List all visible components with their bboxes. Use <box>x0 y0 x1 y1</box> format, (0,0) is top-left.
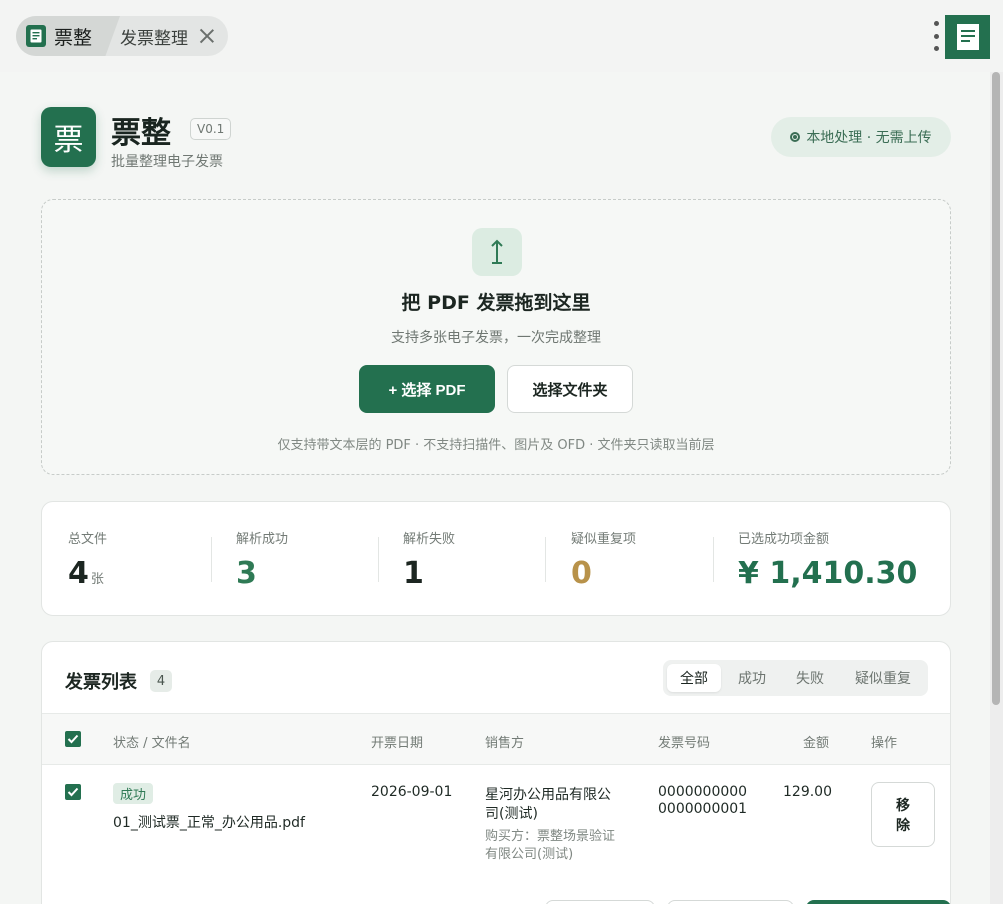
close-icon[interactable] <box>198 27 216 45</box>
tab-piaozheng[interactable]: 票整 <box>16 16 120 56</box>
more-menu-icon[interactable] <box>930 21 942 51</box>
tab-bar: 票整 发票整理 <box>0 0 1003 72</box>
tab-label: 票整 <box>54 26 93 49</box>
dropzone-title: 把 PDF 发票拖到这里 <box>401 292 591 314</box>
row-checkbox[interactable] <box>65 784 81 800</box>
invoice-list-panel: 发票列表 4 全部 成功 失败 疑似重复 状态 / 文件名 开票日期 销售方 发… <box>41 641 951 904</box>
buyer-name-line2: 有限公司(测试) <box>485 847 574 862</box>
stat-label: 总文件 <box>68 532 108 547</box>
filter-segmented-control: 全部 成功 失败 疑似重复 <box>663 660 928 696</box>
seller-name-line2: 司(测试) <box>485 806 538 822</box>
select-folder-button[interactable]: 选择文件夹 <box>507 365 633 413</box>
stat-label: 已选成功项金额 <box>738 532 830 547</box>
select-pdf-button[interactable]: + 选择 PDF <box>359 365 495 413</box>
bottom-action-button[interactable] <box>667 900 794 904</box>
stat-value: 4张 <box>68 556 104 591</box>
filter-success[interactable]: 成功 <box>725 664 779 692</box>
radio-dot-icon <box>790 132 801 142</box>
pdf-dropzone[interactable]: 把 PDF 发票拖到这里 支持多张电子发票，一次完成整理 + 选择 PDF 选择… <box>41 199 951 475</box>
invoice-amount: 129.00 <box>783 784 832 800</box>
invoice-date: 2026-09-01 <box>371 784 453 800</box>
version-badge: V0.1 <box>190 118 232 140</box>
divider <box>378 537 379 582</box>
column-seller: 销售方 <box>485 736 525 751</box>
bottom-primary-button[interactable] <box>806 900 951 904</box>
remove-button[interactable]: 移 除 <box>871 782 935 847</box>
invoice-number-line1: 0000000000 <box>658 784 748 800</box>
divider <box>545 537 546 582</box>
local-badge-label: 本地处理 · 无需上传 <box>806 130 932 146</box>
filter-all[interactable]: 全部 <box>667 664 721 692</box>
status-badge: 成功 <box>113 783 154 804</box>
stat-label: 疑似重复项 <box>571 532 637 547</box>
stats-panel: 总文件 4张 解析成功 3 解析失败 1 疑似重复项 0 已选成功项金额 ¥ 1… <box>41 501 951 616</box>
bottom-action-button[interactable] <box>545 900 655 904</box>
stat-value: ¥ 1,410.30 <box>738 556 918 591</box>
filter-duplicate[interactable]: 疑似重复 <box>841 664 925 692</box>
column-number: 发票号码 <box>658 736 711 751</box>
remove-label-line2: 除 <box>896 816 910 833</box>
filter-failed[interactable]: 失败 <box>783 664 837 692</box>
stat-label: 解析成功 <box>236 532 289 547</box>
stat-unit: 张 <box>90 572 104 587</box>
stat-value: 0 <box>571 556 592 591</box>
list-title: 发票列表 <box>65 672 137 693</box>
upload-arrow-icon <box>472 228 522 276</box>
stat-value: 3 <box>236 556 257 591</box>
stat-label: 解析失败 <box>403 532 456 547</box>
app-name: 票整 <box>111 116 171 151</box>
main-content: 票 票整 V0.1 批量整理电子发票 本地处理 · 无需上传 把 PDF 发票拖… <box>0 72 990 904</box>
column-date: 开票日期 <box>371 736 424 751</box>
tab-group: 票整 发票整理 <box>16 16 228 56</box>
tab-invoice-organize[interactable]: 发票整理 <box>120 16 216 56</box>
divider <box>211 537 212 582</box>
select-all-checkbox[interactable] <box>65 731 81 747</box>
dropzone-note: 仅支持带文本层的 PDF · 不支持扫描件、图片及 OFD · 文件夹只读取当前… <box>277 438 715 453</box>
tab-label: 发票整理 <box>120 28 188 49</box>
table-row: 成功 01_测试票_正常_办公用品.pdf 2026-09-01 星河办公用品有… <box>42 765 950 904</box>
table-header: 状态 / 文件名 开票日期 销售方 发票号码 金额 操作 <box>42 713 950 765</box>
file-name: 01_测试票_正常_办公用品.pdf <box>113 815 305 831</box>
column-amount: 金额 <box>803 736 830 751</box>
seller-name-line1: 星河办公用品有限公 <box>485 787 611 803</box>
remove-label-line1: 移 <box>896 796 910 813</box>
local-processing-badge: 本地处理 · 无需上传 <box>771 117 951 157</box>
list-count-badge: 4 <box>150 670 172 692</box>
column-action: 操作 <box>871 736 898 751</box>
divider <box>713 537 714 582</box>
invoice-number-line2: 0000000001 <box>658 801 748 817</box>
app-subtitle: 批量整理电子发票 <box>111 154 223 170</box>
app-logo: 票 <box>41 107 96 167</box>
column-status-file: 状态 / 文件名 <box>113 736 191 751</box>
dropzone-subtitle: 支持多张电子发票，一次完成整理 <box>391 330 601 346</box>
buyer-name-line1: 购买方：票整场景验证 <box>485 829 616 844</box>
app-tab-icon <box>26 25 46 47</box>
stat-value: 1 <box>403 556 424 591</box>
document-icon[interactable] <box>945 15 990 59</box>
scrollbar-thumb[interactable] <box>992 72 1000 705</box>
